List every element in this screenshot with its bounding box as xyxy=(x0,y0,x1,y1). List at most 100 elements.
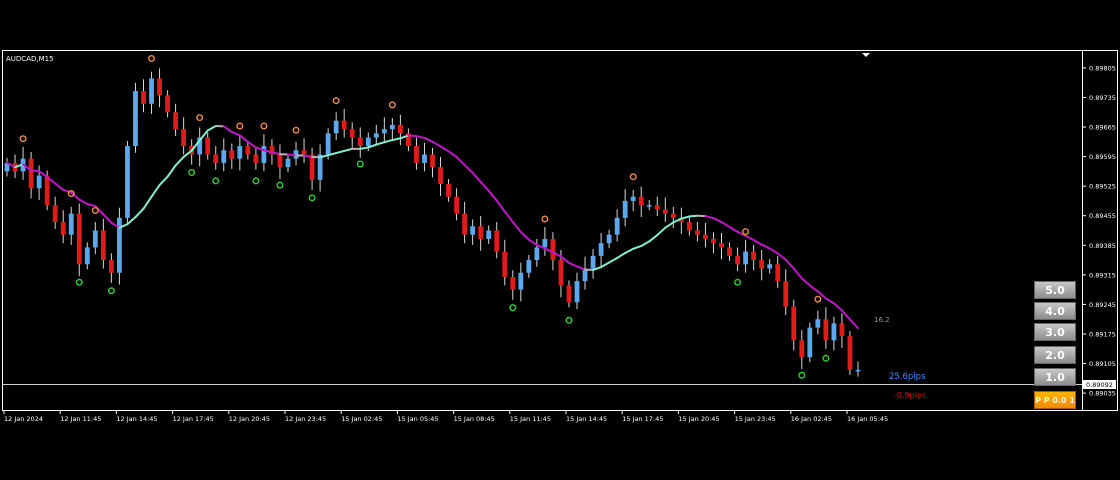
ma-segment xyxy=(54,182,65,191)
execute-button[interactable]: P P 0.0 1 xyxy=(1034,391,1076,409)
lot-2-button[interactable]: 2.0 xyxy=(1034,346,1076,364)
candle-body xyxy=(654,205,660,210)
buy-signal-icon xyxy=(798,371,806,379)
lot-4-button[interactable]: 4.0 xyxy=(1034,302,1076,320)
y-tick-label: 0.89315 xyxy=(1089,271,1116,279)
ma-segment xyxy=(704,215,715,220)
scroll-marker-icon[interactable] xyxy=(862,53,870,57)
candle-body xyxy=(60,222,66,235)
ma-segment xyxy=(640,240,651,247)
lot-1-button[interactable]: 1.0 xyxy=(1034,368,1076,386)
buy-signal-icon xyxy=(509,304,517,312)
candle-body xyxy=(84,247,90,265)
candle-body xyxy=(711,238,716,244)
ma-segment xyxy=(166,164,177,178)
candle-body xyxy=(389,124,395,130)
candle-body xyxy=(213,154,219,163)
lot-5-button[interactable]: 5.0 xyxy=(1034,281,1076,299)
x-tick-label: 15 Jan 17:45 xyxy=(622,415,663,423)
lot-3-button[interactable]: 3.0 xyxy=(1034,323,1076,341)
candle-body xyxy=(141,91,146,104)
candle-body xyxy=(277,154,283,168)
candle-body xyxy=(767,264,773,269)
pips-upper-label: 25.6pips xyxy=(889,372,926,382)
ma-segment xyxy=(86,203,97,208)
candle-body xyxy=(381,129,387,134)
ma-segment xyxy=(760,243,771,250)
ma-segment xyxy=(286,153,298,157)
x-tick-label: 12 Jan 17:45 xyxy=(173,415,214,423)
buy-signal-icon xyxy=(75,278,83,286)
sell-signal-icon xyxy=(388,101,396,109)
ma-segment xyxy=(391,137,402,142)
candle-body xyxy=(622,200,628,218)
x-tick-label: 12 Jan 2024 xyxy=(4,415,43,423)
candle-body xyxy=(751,251,757,261)
ma-segment xyxy=(455,155,466,167)
candle-body xyxy=(309,154,315,180)
candle-body xyxy=(125,146,130,218)
candle-body xyxy=(261,146,267,163)
candle-body xyxy=(815,319,821,328)
candle-body xyxy=(759,260,765,269)
candle-body xyxy=(791,306,797,341)
x-tick-label: 15 Jan 05:45 xyxy=(397,415,438,423)
ma-segment xyxy=(30,169,41,173)
ma-segment xyxy=(567,261,579,268)
x-tick-label: 15 Jan 02:45 xyxy=(341,415,382,423)
ma-segment xyxy=(616,252,627,259)
buy-signal-icon xyxy=(188,168,196,176)
candle-body xyxy=(357,137,363,147)
y-tick-label: 0.89455 xyxy=(1089,212,1116,220)
candle-body xyxy=(44,175,50,206)
ma-segment xyxy=(664,221,675,229)
buy-signal-icon xyxy=(276,181,284,189)
ma-segment xyxy=(359,146,370,150)
x-tick-label: 15 Jan 08:45 xyxy=(454,415,495,423)
ma-segment xyxy=(744,234,755,242)
candle-body xyxy=(719,243,724,248)
ma-segment xyxy=(824,297,835,305)
symbol-label: AUDCAD,M15 xyxy=(6,55,54,63)
candle-body xyxy=(462,213,468,235)
candle-body xyxy=(422,154,427,163)
candle-body xyxy=(534,247,540,261)
candle-body xyxy=(470,226,476,235)
candle-body xyxy=(165,95,170,113)
buy-signal-icon xyxy=(308,194,316,202)
candle-body xyxy=(558,260,564,286)
candle-body xyxy=(855,369,861,372)
candle-body xyxy=(630,196,636,201)
candle-body xyxy=(373,133,379,138)
sell-signal-icon xyxy=(814,295,822,303)
y-tick-label: 0.89595 xyxy=(1089,153,1116,161)
ma-segment xyxy=(648,234,659,243)
sell-signal-icon xyxy=(292,126,300,134)
ma-segment xyxy=(78,198,89,206)
candle-body xyxy=(670,213,676,218)
candle-body xyxy=(799,340,805,358)
candle-body xyxy=(703,234,708,239)
ma-segment xyxy=(848,318,859,329)
candle-body xyxy=(133,91,138,147)
y-tick-label: 0.89735 xyxy=(1089,94,1116,102)
ma-segment xyxy=(495,199,506,213)
candle-body xyxy=(253,154,259,163)
ma-segment xyxy=(656,226,667,237)
candle-body xyxy=(807,327,813,358)
x-tick-label: 15 Jan 11:45 xyxy=(510,415,551,423)
candle-body xyxy=(221,150,227,163)
x-tick-label: 12 Jan 23:45 xyxy=(285,415,326,423)
candle-body xyxy=(438,167,443,185)
candle-body xyxy=(245,146,251,155)
candle-body xyxy=(52,205,58,223)
ma-segment xyxy=(688,214,699,218)
candle-body xyxy=(606,234,612,244)
ma-segment xyxy=(503,210,514,224)
ma-segment xyxy=(206,124,217,132)
candle-body xyxy=(847,336,853,370)
ma-segment xyxy=(134,207,145,219)
candle-body xyxy=(36,175,42,189)
buy-signal-icon xyxy=(252,177,260,185)
x-tick-label: 12 Jan 14:45 xyxy=(116,415,157,423)
